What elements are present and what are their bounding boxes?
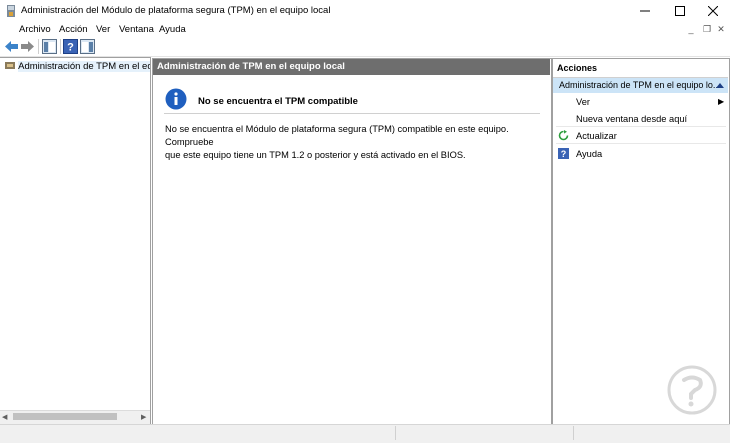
submenu-arrow-icon: ▶ (718, 97, 725, 106)
help-icon: ? (63, 39, 78, 54)
info-body-line: que este equipo tiene un TPM 1.2 o poste… (165, 150, 466, 160)
forward-icon (21, 41, 34, 52)
action-ayuda[interactable]: Ayuda (576, 149, 602, 159)
info-icon (165, 88, 187, 110)
show-hide-tree-icon (42, 39, 57, 54)
scroll-right-icon[interactable]: ▶ (141, 413, 146, 421)
actions-title: Acciones (553, 59, 728, 78)
watermark-logo (667, 365, 717, 415)
refresh-icon (558, 130, 569, 143)
forward-button[interactable] (20, 39, 35, 54)
divider (556, 126, 726, 127)
maximize-button[interactable] (663, 0, 697, 22)
info-heading: No se encuentra el TPM compatible (198, 96, 358, 107)
center-pane-header: Administración de TPM en el equipo local (153, 59, 550, 75)
back-icon (5, 41, 18, 52)
show-hide-action-pane-button[interactable] (80, 39, 95, 54)
mdi-minimize-button[interactable]: _ (685, 23, 697, 35)
divider (556, 143, 726, 144)
svg-text:?: ? (67, 42, 74, 54)
toolbar (0, 37, 730, 57)
menu-archivo[interactable]: Archivo (19, 24, 51, 35)
mdi-close-button[interactable]: ✕ (715, 23, 727, 35)
close-icon (708, 6, 718, 16)
menu-ver[interactable]: Ver (96, 24, 110, 35)
center-header-title: Administración de TPM en el equipo local (157, 61, 345, 72)
scrollbar-thumb[interactable] (13, 413, 117, 420)
menu-accion[interactable]: Acción (59, 24, 88, 35)
info-body-line: No se encuentra el Módulo de plataforma … (165, 124, 509, 147)
tree-item-label: Administración de TPM en el equipo local (18, 61, 150, 72)
tree-pane (0, 57, 151, 425)
toolbar-separator (38, 39, 39, 54)
window-title: Administración del Módulo de plataforma … (21, 5, 331, 16)
back-button[interactable] (4, 39, 19, 54)
action-ver[interactable]: Ver (576, 97, 590, 107)
collapse-icon (716, 83, 724, 88)
status-bar (0, 424, 730, 443)
menu-ayuda[interactable]: Ayuda (159, 24, 186, 35)
minimize-icon (640, 10, 650, 12)
close-button[interactable] (696, 0, 730, 22)
show-hide-action-pane-icon (80, 39, 95, 54)
mdi-restore-button[interactable]: ❐ (701, 23, 713, 35)
actions-title-label: Acciones (557, 63, 598, 73)
show-hide-tree-button[interactable] (42, 39, 57, 54)
svg-text:?: ? (561, 149, 567, 159)
menu-ventana[interactable]: Ventana (119, 24, 154, 35)
maximize-icon (675, 6, 685, 16)
divider (164, 113, 540, 114)
help-button[interactable]: ? (63, 39, 78, 54)
help-icon: ? (558, 148, 569, 161)
actions-section-label: Administración de TPM en el equipo lo... (559, 80, 721, 90)
tpm-chip-icon (5, 62, 15, 69)
action-nueva-ventana[interactable]: Nueva ventana desde aquí (576, 114, 687, 124)
status-segment (395, 426, 396, 440)
actions-section-header[interactable]: Administración de TPM en el equipo lo... (553, 78, 728, 93)
status-segment (573, 426, 574, 440)
info-body: No se encuentra el Módulo de plataforma … (165, 123, 545, 162)
tree-item-tpm[interactable]: Administración de TPM en el equipo local (4, 60, 150, 72)
app-icon (6, 5, 16, 17)
minimize-button[interactable] (628, 0, 662, 22)
action-actualizar[interactable]: Actualizar (576, 131, 617, 141)
toolbar-separator (60, 39, 61, 54)
scroll-left-icon[interactable]: ◀ (2, 413, 7, 421)
